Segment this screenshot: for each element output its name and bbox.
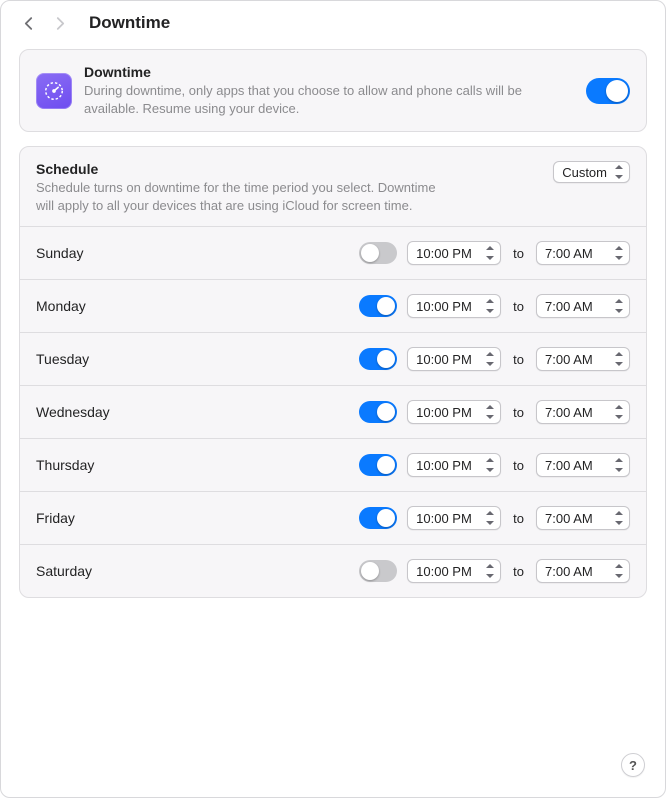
to-time-value: 7:00 AM: [545, 299, 593, 314]
to-label: to: [511, 299, 526, 314]
from-time-field[interactable]: 10:00 PM: [407, 506, 501, 530]
to-label: to: [511, 405, 526, 420]
schedule-mode-value: Custom: [562, 165, 607, 180]
day-row: Tuesday 10:00 PM to 7:00 AM: [20, 332, 646, 385]
from-time-value: 10:00 PM: [416, 405, 472, 420]
day-toggle[interactable]: [359, 560, 397, 582]
chevron-left-icon: [24, 16, 33, 31]
schedule-day-list: Sunday 10:00 PM to 7:00 AM Monday 10:00 PM to 7…: [20, 226, 646, 597]
day-name: Tuesday: [36, 351, 349, 367]
schedule-title: Schedule: [36, 161, 535, 177]
stepper-icon: [484, 510, 496, 526]
help-icon: ?: [629, 758, 637, 773]
up-down-stepper-icon: [613, 164, 625, 180]
from-time-field[interactable]: 10:00 PM: [407, 559, 501, 583]
to-time-field[interactable]: 7:00 AM: [536, 559, 630, 583]
downtime-icon: [36, 73, 72, 109]
day-toggle[interactable]: [359, 295, 397, 317]
stepper-icon: [613, 563, 625, 579]
downtime-header-card: Downtime During downtime, only apps that…: [19, 49, 647, 132]
from-time-value: 10:00 PM: [416, 352, 472, 367]
to-time-field[interactable]: 7:00 AM: [536, 506, 630, 530]
day-row: Thursday 10:00 PM to 7:00 AM: [20, 438, 646, 491]
schedule-mode-select[interactable]: Custom: [553, 161, 630, 183]
to-time-field[interactable]: 7:00 AM: [536, 294, 630, 318]
downtime-description: During downtime, only apps that you choo…: [84, 82, 574, 117]
stepper-icon: [613, 404, 625, 420]
stepper-icon: [484, 298, 496, 314]
day-name: Thursday: [36, 457, 349, 473]
titlebar: Downtime: [1, 1, 665, 43]
day-toggle[interactable]: [359, 454, 397, 476]
stepper-icon: [484, 563, 496, 579]
from-time-value: 10:00 PM: [416, 246, 472, 261]
stepper-icon: [613, 510, 625, 526]
stepper-icon: [484, 404, 496, 420]
stepper-icon: [484, 457, 496, 473]
to-time-field[interactable]: 7:00 AM: [536, 400, 630, 424]
schedule-card: Schedule Schedule turns on downtime for …: [19, 146, 647, 598]
to-time-value: 7:00 AM: [545, 246, 593, 261]
chevron-right-icon: [56, 16, 65, 31]
from-time-field[interactable]: 10:00 PM: [407, 294, 501, 318]
day-toggle[interactable]: [359, 401, 397, 423]
to-time-field[interactable]: 7:00 AM: [536, 453, 630, 477]
from-time-field[interactable]: 10:00 PM: [407, 241, 501, 265]
clock-gauge-icon: [43, 80, 65, 102]
from-time-field[interactable]: 10:00 PM: [407, 453, 501, 477]
day-toggle[interactable]: [359, 348, 397, 370]
day-toggle[interactable]: [359, 507, 397, 529]
from-time-value: 10:00 PM: [416, 299, 472, 314]
day-name: Saturday: [36, 563, 349, 579]
to-time-value: 7:00 AM: [545, 352, 593, 367]
to-time-value: 7:00 AM: [545, 405, 593, 420]
to-time-value: 7:00 AM: [545, 511, 593, 526]
from-time-field[interactable]: 10:00 PM: [407, 400, 501, 424]
help-button[interactable]: ?: [621, 753, 645, 777]
back-button[interactable]: [19, 11, 37, 35]
to-time-field[interactable]: 7:00 AM: [536, 241, 630, 265]
from-time-value: 10:00 PM: [416, 564, 472, 579]
schedule-description: Schedule turns on downtime for the time …: [36, 179, 456, 214]
day-name: Wednesday: [36, 404, 349, 420]
day-row: Monday 10:00 PM to 7:00 AM: [20, 279, 646, 332]
to-time-field[interactable]: 7:00 AM: [536, 347, 630, 371]
to-label: to: [511, 352, 526, 367]
to-label: to: [511, 458, 526, 473]
downtime-master-toggle[interactable]: [586, 78, 630, 104]
to-time-value: 7:00 AM: [545, 564, 593, 579]
downtime-title: Downtime: [84, 64, 574, 80]
to-label: to: [511, 511, 526, 526]
stepper-icon: [613, 457, 625, 473]
day-row: Saturday 10:00 PM to 7:00 AM: [20, 544, 646, 597]
from-time-value: 10:00 PM: [416, 458, 472, 473]
day-row: Sunday 10:00 PM to 7:00 AM: [20, 226, 646, 279]
from-time-value: 10:00 PM: [416, 511, 472, 526]
day-name: Sunday: [36, 245, 349, 261]
to-label: to: [511, 246, 526, 261]
stepper-icon: [484, 245, 496, 261]
day-toggle[interactable]: [359, 242, 397, 264]
day-name: Friday: [36, 510, 349, 526]
stepper-icon: [613, 351, 625, 367]
from-time-field[interactable]: 10:00 PM: [407, 347, 501, 371]
stepper-icon: [484, 351, 496, 367]
day-row: Wednesday 10:00 PM to 7:00 AM: [20, 385, 646, 438]
stepper-icon: [613, 298, 625, 314]
stepper-icon: [613, 245, 625, 261]
forward-button[interactable]: [51, 11, 69, 35]
day-name: Monday: [36, 298, 349, 314]
settings-pane: Downtime Downtime During downtime, only …: [0, 0, 666, 798]
to-time-value: 7:00 AM: [545, 458, 593, 473]
page-title: Downtime: [89, 13, 170, 33]
day-row: Friday 10:00 PM to 7:00 AM: [20, 491, 646, 544]
to-label: to: [511, 564, 526, 579]
